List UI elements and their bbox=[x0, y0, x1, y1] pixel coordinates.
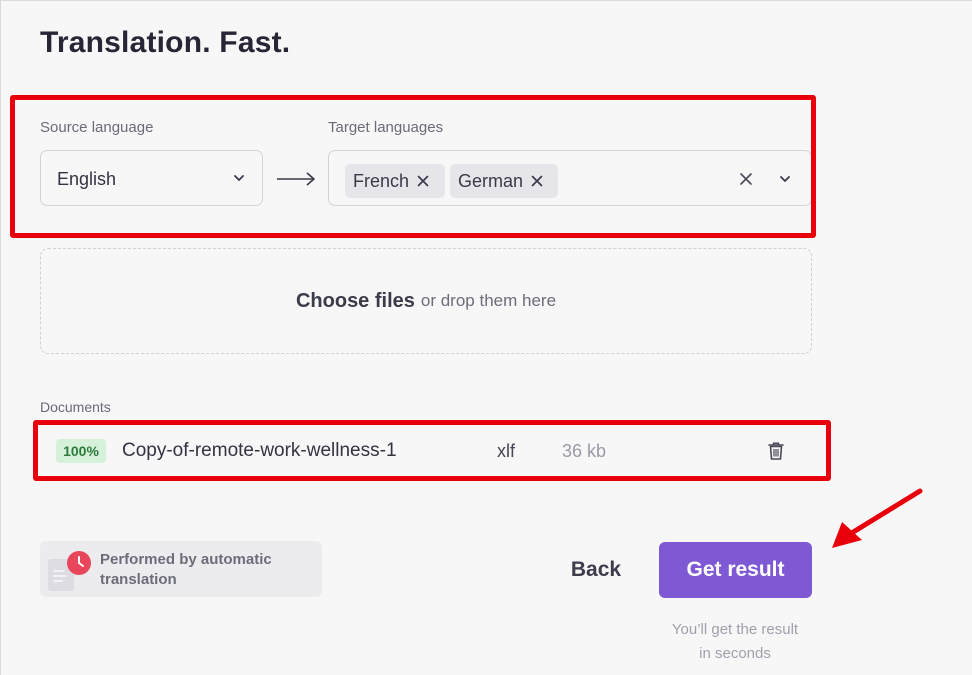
top-border bbox=[0, 0, 972, 1]
drop-hint: or drop them here bbox=[420, 291, 557, 310]
back-button[interactable]: Back bbox=[560, 553, 632, 587]
source-language-value: English bbox=[57, 169, 117, 189]
arrow-right-icon bbox=[277, 172, 315, 186]
target-languages-select[interactable]: French German bbox=[328, 150, 812, 206]
chevron-down-icon[interactable] bbox=[777, 171, 793, 187]
chip-label: German bbox=[458, 170, 524, 191]
document-extension: xlf bbox=[497, 441, 515, 461]
close-icon[interactable] bbox=[417, 175, 429, 187]
hint-line-1: You’ll get the result bbox=[671, 621, 799, 638]
automatic-translation-text: Performed by automatic translation bbox=[100, 550, 310, 590]
target-languages-label: Target languages bbox=[328, 119, 444, 136]
file-dropzone[interactable]: Choose files or drop them here bbox=[40, 248, 812, 354]
trash-icon[interactable] bbox=[767, 441, 785, 461]
left-border bbox=[0, 0, 1, 675]
automatic-translation-card: Performed by automatic translation bbox=[40, 541, 322, 597]
red-pointer-arrow bbox=[832, 488, 923, 548]
auto-line-1: Performed by automatic bbox=[100, 551, 272, 568]
documents-label: Documents bbox=[40, 399, 111, 415]
get-result-button[interactable]: Get result bbox=[659, 542, 812, 598]
source-language-label: Source language bbox=[40, 119, 154, 136]
language-chip-french: French bbox=[345, 164, 445, 198]
document-clock-icon bbox=[48, 551, 91, 591]
document-size: 36 kb bbox=[562, 441, 607, 461]
source-language-select[interactable]: English bbox=[40, 150, 263, 206]
hint-line-2: in seconds bbox=[699, 645, 771, 662]
clear-all-close-icon[interactable] bbox=[739, 172, 753, 186]
choose-files-link[interactable]: Choose files bbox=[296, 290, 415, 313]
chip-label: French bbox=[353, 170, 410, 191]
document-row: 100% Copy-of-remote-work-wellness-1 xlf … bbox=[40, 428, 825, 474]
document-name: Copy-of-remote-work-wellness-1 bbox=[122, 440, 397, 461]
progress-badge: 100% bbox=[56, 439, 106, 463]
result-hint: You’ll get the result in seconds bbox=[650, 618, 820, 666]
chevron-down-icon bbox=[234, 175, 244, 181]
close-icon[interactable] bbox=[531, 175, 543, 187]
language-chip-german: German bbox=[450, 164, 558, 198]
page-title: Translation. Fast. bbox=[40, 26, 291, 59]
auto-line-2: translation bbox=[100, 571, 177, 588]
